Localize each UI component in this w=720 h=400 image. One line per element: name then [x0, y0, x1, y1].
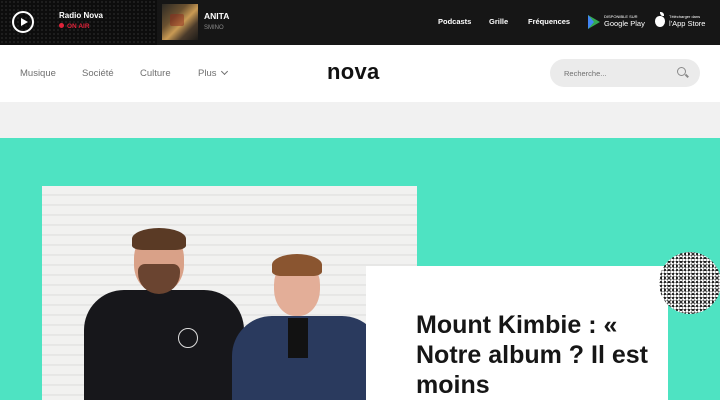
live-player: Radio Nova ON AIR — [0, 0, 157, 45]
person-right-shirt — [288, 318, 308, 358]
station-name[interactable]: Radio Nova — [59, 11, 103, 20]
on-air-badge: ON AIR — [59, 23, 90, 30]
app-store-badge[interactable]: Télécharger dans l'App Store — [653, 12, 713, 31]
google-play-badge[interactable]: DISPONIBLE SUR Google Play — [588, 13, 646, 31]
nav-podcasts[interactable]: Podcasts — [438, 17, 471, 26]
track-artist: SMINO — [204, 25, 224, 31]
article-title[interactable]: Mount Kimbie : « Notre album ? Il est mo… — [416, 310, 656, 400]
site-header: Musique Société Culture Plus nova — [0, 45, 720, 102]
track-title[interactable]: ANITA — [204, 11, 229, 21]
person-left-body — [84, 290, 244, 400]
nav-musique[interactable]: Musique — [20, 68, 56, 79]
search-input[interactable] — [564, 65, 674, 81]
hero-photo[interactable] — [42, 186, 417, 400]
nova-logo[interactable]: nova — [327, 59, 380, 85]
search-icon[interactable] — [677, 67, 686, 76]
google-play-icon — [588, 15, 600, 29]
article-card[interactable]: Mount Kimbie : « Notre album ? Il est mo… — [366, 266, 668, 400]
chevron-down-icon — [221, 67, 229, 76]
search-box — [550, 59, 700, 87]
nav-plus-label: Plus — [198, 68, 217, 79]
apple-icon — [655, 12, 665, 27]
player-bar: Radio Nova ON AIR ANITA SMINO Podcasts G… — [0, 0, 720, 45]
ad-band — [0, 102, 720, 138]
play-icon[interactable] — [12, 11, 34, 33]
nav-frequences[interactable]: Fréquences — [528, 17, 570, 26]
jacket-logo — [178, 328, 198, 348]
app-store-label: l'App Store — [669, 19, 706, 28]
person-right-hair — [272, 254, 322, 276]
live-dot-icon — [59, 23, 64, 28]
album-cover[interactable] — [162, 4, 198, 40]
nav-societe[interactable]: Société — [82, 68, 114, 79]
nav-grille[interactable]: Grille — [489, 17, 508, 26]
decorative-pattern — [659, 252, 720, 314]
hero-section: Mount Kimbie : « Notre album ? Il est mo… — [0, 138, 720, 400]
on-air-label: ON AIR — [67, 23, 90, 30]
nav-plus[interactable]: Plus — [198, 67, 229, 79]
person-left-hair — [132, 228, 186, 250]
nav-culture[interactable]: Culture — [140, 68, 171, 79]
google-play-label: Google Play — [604, 19, 645, 28]
